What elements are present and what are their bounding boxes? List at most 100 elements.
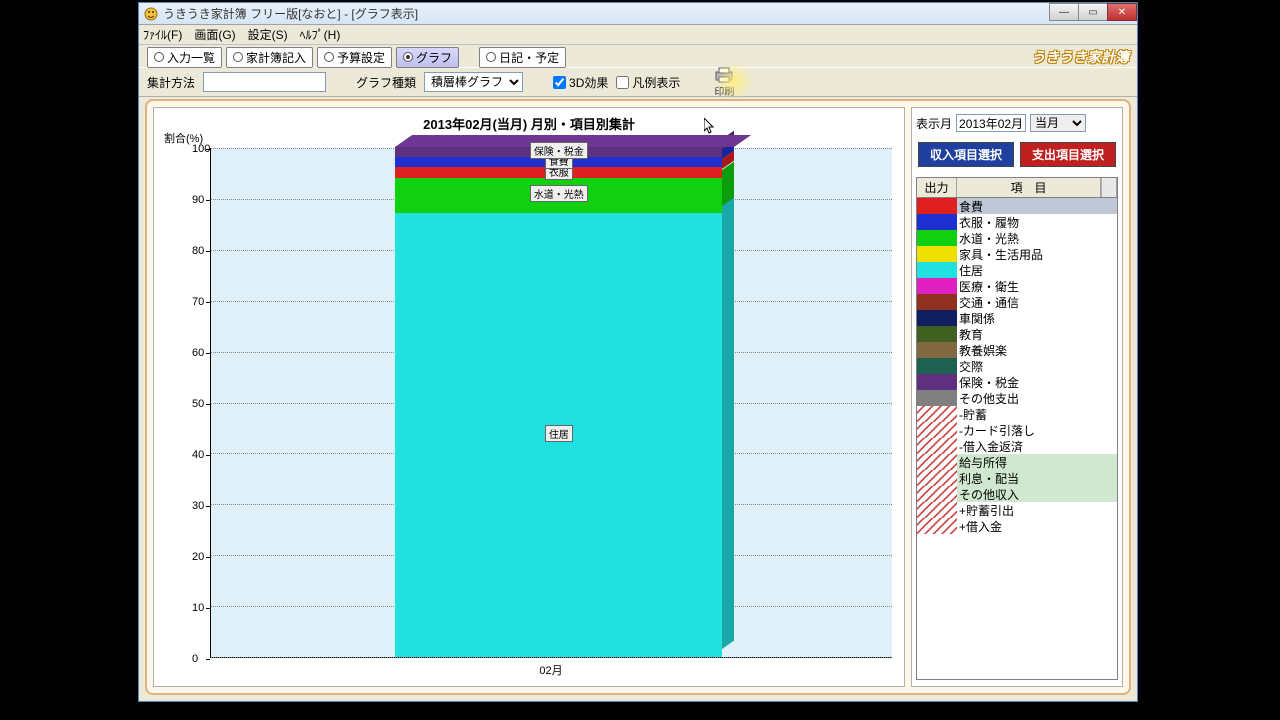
- y-tick: 40: [192, 449, 204, 461]
- legend-row[interactable]: 給与所得: [917, 454, 1117, 470]
- legend-name: 教育: [957, 326, 1117, 342]
- legend-row[interactable]: -カード引落し: [917, 422, 1117, 438]
- legend-name: 交通・通信: [957, 294, 1117, 310]
- legend-row[interactable]: 教養娯楽: [917, 342, 1117, 358]
- legend-swatch: [917, 246, 957, 262]
- legend-row[interactable]: +借入金: [917, 518, 1117, 534]
- legend-swatch: [917, 278, 957, 294]
- printer-icon: [714, 67, 734, 83]
- legend-row[interactable]: 住居: [917, 262, 1117, 278]
- legend-row[interactable]: 交際: [917, 358, 1117, 374]
- legend-row[interactable]: 交通・通信: [917, 294, 1117, 310]
- legend-row[interactable]: 保険・税金: [917, 374, 1117, 390]
- legend-name: 医療・衛生: [957, 278, 1117, 294]
- view-tabs: 入力一覧 家計簿記入 予算設定 グラフ 日記・予定 うきうき家計簿: [139, 45, 1137, 67]
- content-area: 2013年02月(当月) 月別・項目別集計 割合(%) 住居水道・光熱衣服食費保…: [145, 99, 1131, 695]
- legend-swatch: [917, 358, 957, 374]
- legend-swatch: [917, 518, 957, 534]
- legend-row[interactable]: 医療・衛生: [917, 278, 1117, 294]
- legend-name: +借入金: [957, 518, 1117, 534]
- toolbar: 集計方法 月別・項目別集計 グラフ種類 積層棒グラフ 3D効果 凡例表示 印刷: [139, 67, 1137, 97]
- segment-label: 保険・税金: [530, 142, 588, 159]
- legend-swatch: [917, 502, 957, 518]
- legend-swatch: [917, 438, 957, 454]
- legend-name: 食費: [957, 198, 1117, 214]
- tab-ledger[interactable]: 家計簿記入: [226, 47, 313, 68]
- legend-swatch: [917, 406, 957, 422]
- legend-row[interactable]: 教育: [917, 326, 1117, 342]
- legend-row[interactable]: 利息・配当: [917, 470, 1117, 486]
- menu-settings[interactable]: 設定(S): [248, 26, 288, 43]
- minimize-button[interactable]: —: [1049, 3, 1079, 21]
- period-select[interactable]: 当月: [1030, 114, 1086, 132]
- legend-swatch: [917, 198, 957, 214]
- legend-swatch: [917, 262, 957, 278]
- type-select[interactable]: 積層棒グラフ: [424, 72, 523, 92]
- y-tick: 10: [192, 602, 204, 614]
- legend-name: 住居: [957, 262, 1117, 278]
- legend-swatch: [917, 486, 957, 502]
- expense-select-button[interactable]: 支出項目選択: [1020, 142, 1116, 167]
- legend-name: 保険・税金: [957, 374, 1117, 390]
- threeD-checkbox[interactable]: 3D効果: [553, 74, 608, 91]
- legend-row[interactable]: その他収入: [917, 486, 1117, 502]
- y-tick: 50: [192, 398, 204, 410]
- maximize-button[interactable]: ▭: [1078, 3, 1108, 21]
- tab-input[interactable]: 入力一覧: [147, 47, 222, 68]
- tab-graph[interactable]: グラフ: [396, 47, 459, 68]
- segment-label: 住居: [545, 425, 573, 442]
- income-select-button[interactable]: 収入項目選択: [918, 142, 1014, 167]
- legend-row[interactable]: -貯蓄: [917, 406, 1117, 422]
- agg-label: 集計方法: [147, 74, 195, 91]
- titlebar: うきうき家計簿 フリー版[なおと] - [グラフ表示] — ▭ ✕: [139, 3, 1137, 25]
- stacked-bar: 住居水道・光熱衣服食費保険・税金: [211, 148, 892, 657]
- legend-name: -貯蓄: [957, 406, 1117, 422]
- legend-name: 水道・光熱: [957, 230, 1117, 246]
- app-icon: [143, 6, 159, 22]
- legend-name: -借入金返済: [957, 438, 1117, 454]
- agg-select[interactable]: 月別・項目別集計: [203, 72, 326, 92]
- y-tick: 70: [192, 296, 204, 308]
- window-buttons: — ▭ ✕: [1050, 3, 1137, 21]
- brand-logo: うきうき家計簿: [1031, 47, 1129, 67]
- legend-header-output: 出力: [917, 178, 957, 197]
- legend-swatch: [917, 470, 957, 486]
- legend-scrollbar[interactable]: [1101, 178, 1117, 197]
- y-tick: 80: [192, 245, 204, 257]
- y-tick: 0: [192, 653, 198, 665]
- close-button[interactable]: ✕: [1107, 3, 1137, 21]
- side-panel: 表示月 当月 収入項目選択 支出項目選択 出力 項 目 食費衣服・履物水道・光熱…: [911, 107, 1123, 687]
- legend-row[interactable]: 車関係: [917, 310, 1117, 326]
- legend-checkbox[interactable]: 凡例表示: [616, 74, 680, 91]
- print-button[interactable]: 印刷: [714, 67, 734, 98]
- month-input[interactable]: [956, 114, 1026, 132]
- menu-file[interactable]: ﾌｧｲﾙ(F): [143, 26, 182, 43]
- legend-row[interactable]: その他支出: [917, 390, 1117, 406]
- menu-help[interactable]: ﾍﾙﾌﾟ(H): [300, 26, 341, 43]
- legend-name: 教養娯楽: [957, 342, 1117, 358]
- legend-swatch: [917, 326, 957, 342]
- window-title: うきうき家計簿 フリー版[なおと] - [グラフ表示]: [163, 5, 418, 22]
- tab-budget[interactable]: 予算設定: [317, 47, 392, 68]
- tab-diary[interactable]: 日記・予定: [479, 47, 566, 68]
- legend-name: その他支出: [957, 390, 1117, 406]
- legend-row[interactable]: -借入金返済: [917, 438, 1117, 454]
- menubar: ﾌｧｲﾙ(F) 画面(G) 設定(S) ﾍﾙﾌﾟ(H): [139, 25, 1137, 45]
- legend-row[interactable]: 衣服・履物: [917, 214, 1117, 230]
- legend-swatch: [917, 374, 957, 390]
- app-window: うきうき家計簿 フリー版[なおと] - [グラフ表示] — ▭ ✕ ﾌｧｲﾙ(F…: [138, 2, 1138, 702]
- type-label: グラフ種類: [356, 74, 416, 91]
- legend-row[interactable]: +貯蓄引出: [917, 502, 1117, 518]
- legend-name: その他収入: [957, 486, 1117, 502]
- legend-swatch: [917, 214, 957, 230]
- legend-swatch: [917, 230, 957, 246]
- legend-name: -カード引落し: [957, 422, 1117, 438]
- legend-name: 家具・生活用品: [957, 246, 1117, 262]
- segment-label: 水道・光熱: [530, 185, 588, 202]
- legend-name: 交際: [957, 358, 1117, 374]
- legend-row[interactable]: 水道・光熱: [917, 230, 1117, 246]
- menu-screen[interactable]: 画面(G): [194, 26, 235, 43]
- legend-row[interactable]: 家具・生活用品: [917, 246, 1117, 262]
- legend-row[interactable]: 食費: [917, 198, 1117, 214]
- legend-name: +貯蓄引出: [957, 502, 1117, 518]
